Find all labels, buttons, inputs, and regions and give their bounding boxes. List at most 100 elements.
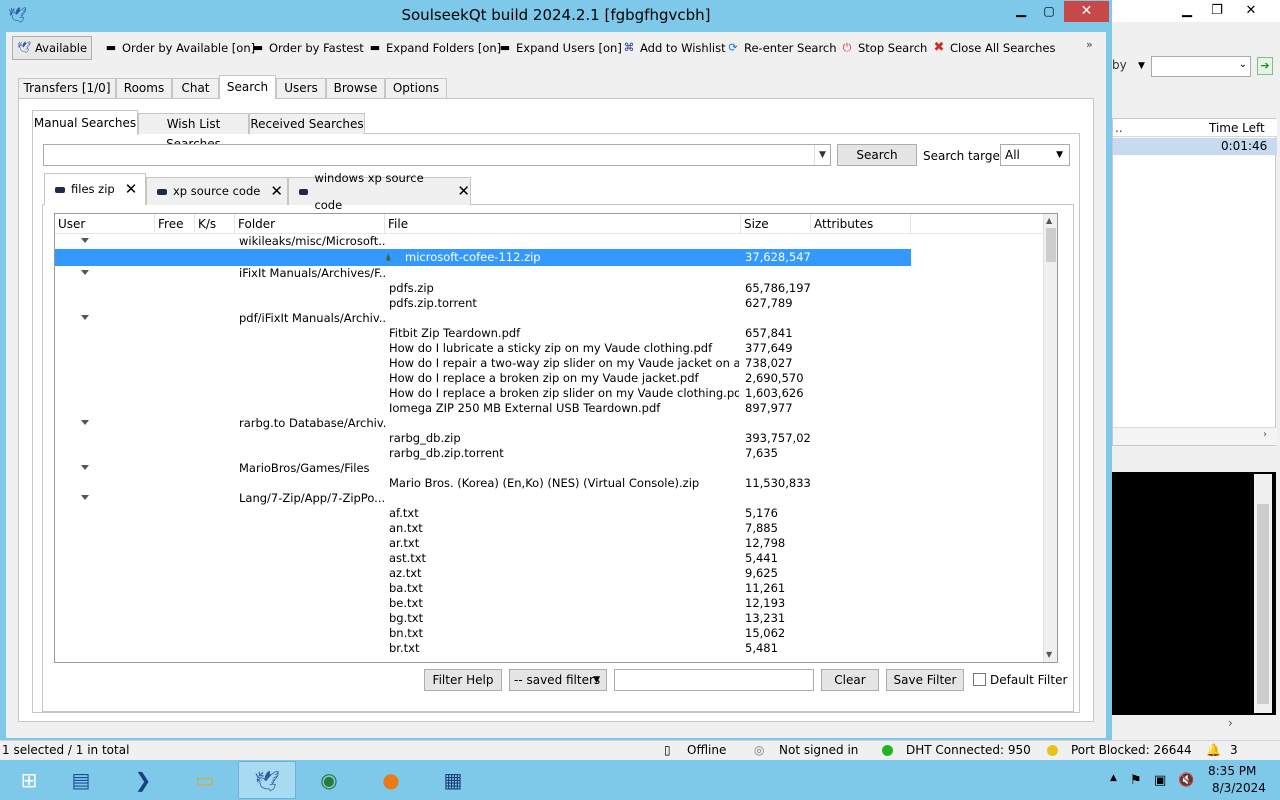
- search-tab-xp-source-code[interactable]: xp source code ✕: [146, 177, 288, 205]
- bg-combo[interactable]: ⌄: [1151, 56, 1251, 77]
- search-tab-files-zip[interactable]: files zip ✕: [44, 173, 146, 205]
- bg-vertical-scrollbar[interactable]: [1254, 474, 1272, 713]
- vlc-player-icon[interactable]: ●: [362, 761, 420, 799]
- column-size[interactable]: Size: [741, 214, 811, 234]
- tab-manual-searches[interactable]: Manual Searches: [32, 110, 138, 135]
- network-icon[interactable]: ▣: [1154, 773, 1166, 788]
- folder-row[interactable]: MarioBros/Games/Files: [55, 461, 911, 476]
- bg-close-button[interactable]: ✕: [1236, 0, 1266, 21]
- chevron-right-icon[interactable]: ›: [1263, 429, 1267, 440]
- tab-chat[interactable]: Chat: [172, 78, 219, 98]
- calendar-app-icon[interactable]: ▦: [424, 761, 482, 799]
- chevron-down-icon[interactable]: ▼: [814, 145, 830, 165]
- toolbar-overflow-button[interactable]: »: [1086, 38, 1093, 51]
- available-button[interactable]: 🕊 Available: [12, 36, 92, 60]
- tab-transfers[interactable]: Transfers [1/0]: [18, 78, 116, 98]
- file-row[interactable]: Iomega ZIP 250 MB External USB Teardown.…: [55, 401, 911, 416]
- stop-search-button[interactable]: ⏻ Stop Search: [836, 36, 931, 60]
- close-icon[interactable]: ✕: [125, 176, 138, 203]
- expand-arrow-icon[interactable]: [81, 238, 89, 243]
- clock-date[interactable]: 8/3/2024: [1212, 781, 1266, 795]
- expand-users-button[interactable]: ▬ Expand Users [on]: [494, 36, 626, 60]
- folder-row[interactable]: iFixIt Manuals/Archives/F...: [55, 266, 911, 281]
- title-bar[interactable]: 🕊 SoulseekQt build 2024.2.1 [fgbgfhgvcbh…: [0, 0, 1112, 30]
- file-row[interactable]: ar.txt 12,798: [55, 536, 911, 551]
- close-all-searches-button[interactable]: ✖ Close All Searches: [928, 36, 1059, 60]
- bg-dropdown-arrow-icon[interactable]: ▼: [1138, 61, 1145, 71]
- search-button[interactable]: Search: [837, 144, 917, 166]
- bg-col-truncated[interactable]: ..: [1115, 121, 1123, 135]
- file-row[interactable]: an.txt 7,885: [55, 521, 911, 536]
- scroll-thumb[interactable]: [1046, 228, 1056, 262]
- tab-users[interactable]: Users: [276, 78, 326, 98]
- scroll-up-icon[interactable]: ▲: [1046, 216, 1052, 225]
- server-manager-icon[interactable]: ▤: [52, 761, 110, 799]
- tab-wish-list-searches[interactable]: Wish List Searches: [138, 113, 249, 151]
- file-row[interactable]: Fitbit Zip Teardown.pdf 657,841: [55, 326, 911, 341]
- file-row[interactable]: br.txt 5,481: [55, 641, 911, 656]
- expand-arrow-icon[interactable]: [81, 465, 89, 470]
- column-attributes[interactable]: Attributes: [811, 214, 911, 234]
- close-button[interactable]: ✕: [1064, 1, 1109, 22]
- file-row[interactable]: 🌢 microsoft-cofee-112.zip 37,628,547: [55, 249, 911, 266]
- file-row[interactable]: bn.txt 15,062: [55, 626, 911, 641]
- bg-scroll-thumb[interactable]: [1257, 504, 1269, 704]
- column-free[interactable]: Free: [155, 214, 195, 234]
- column-folder[interactable]: Folder: [235, 214, 385, 234]
- maximize-button[interactable]: ▢: [1036, 2, 1062, 22]
- file-row[interactable]: az.txt 9,625: [55, 566, 911, 581]
- close-icon[interactable]: ✕: [270, 178, 283, 205]
- clock-time[interactable]: 8:35 PM: [1208, 764, 1256, 778]
- folder-row[interactable]: Lang/7-Zip/App/7-ZipPo...: [55, 491, 911, 506]
- file-row[interactable]: How do I repair a two-way zip slider on …: [55, 356, 911, 371]
- folder-row[interactable]: wikileaks/misc/Microsoft...: [55, 234, 911, 249]
- flag-icon[interactable]: ⚑: [1130, 773, 1142, 788]
- results-table[interactable]: User Free K/s Folder File Size Attribute…: [54, 213, 1058, 663]
- file-row[interactable]: How do I lubricate a sticky zip on my Va…: [55, 341, 911, 356]
- expand-arrow-icon[interactable]: [81, 495, 89, 500]
- file-row[interactable]: How do I replace a broken zip slider on …: [55, 386, 911, 401]
- expand-arrow-icon[interactable]: [81, 270, 89, 275]
- add-to-wishlist-button[interactable]: ⌘ Add to Wishlist: [618, 36, 730, 60]
- file-row[interactable]: pdfs.zip.torrent 627,789: [55, 296, 911, 311]
- column-user[interactable]: User: [55, 214, 155, 234]
- go-arrow-icon[interactable]: ➔: [1257, 57, 1273, 75]
- order-by-available-button[interactable]: ▬ Order by Available [on]: [100, 36, 259, 60]
- file-row[interactable]: bg.txt 13,231: [55, 611, 911, 626]
- search-tab-windows-xp-source-code[interactable]: windows xp source code ✕: [288, 171, 471, 212]
- file-row[interactable]: be.txt 12,193: [55, 596, 911, 611]
- filter-input[interactable]: [614, 669, 814, 691]
- file-row[interactable]: rarbg_db.zip.torrent 7,635: [55, 446, 911, 461]
- close-icon[interactable]: ✕: [457, 178, 470, 205]
- tab-received-searches[interactable]: Received Searches: [249, 113, 365, 134]
- reenter-search-button[interactable]: ⟳ Re-enter Search: [722, 36, 841, 60]
- search-target-select[interactable]: All ▼: [1000, 144, 1070, 166]
- scroll-down-icon[interactable]: ▼: [1046, 650, 1052, 659]
- browser-globe-icon[interactable]: ◉: [300, 761, 358, 799]
- folder-row[interactable]: rarbg.to Database/Archiv...: [55, 416, 911, 431]
- minimize-button[interactable]: ▁: [1008, 2, 1034, 22]
- start-windows-icon[interactable]: ⊞: [0, 761, 58, 799]
- volume-muted-icon[interactable]: 🔇: [1178, 773, 1194, 788]
- file-row[interactable]: pdfs.zip 65,786,197...: [55, 281, 911, 296]
- tab-browse[interactable]: Browse: [326, 78, 385, 98]
- search-input[interactable]: ▼: [43, 144, 831, 166]
- filter-help-button[interactable]: Filter Help: [424, 669, 502, 691]
- bg-minimize-button[interactable]: ▁: [1172, 0, 1202, 21]
- save-filter-button[interactable]: Save Filter: [886, 669, 964, 691]
- file-row[interactable]: Mario Bros. (Korea) (En,Ko) (NES) (Virtu…: [55, 476, 911, 491]
- order-by-fastest-button[interactable]: ▬ Order by Fastest: [247, 36, 368, 60]
- column-file[interactable]: File: [385, 214, 741, 234]
- bg-col-time-left[interactable]: Time Left: [1209, 121, 1265, 135]
- expand-arrow-icon[interactable]: [81, 315, 89, 320]
- clear-filter-button[interactable]: Clear: [821, 669, 879, 691]
- results-scrollbar[interactable]: ▲ ▼: [1043, 214, 1057, 662]
- folder-row[interactable]: pdf/iFixIt Manuals/Archiv...: [55, 311, 911, 326]
- bg-transfer-list[interactable]: .. Time Left 0:01:46 ›: [1112, 118, 1277, 446]
- bell-icon[interactable]: 🔔: [1206, 743, 1221, 757]
- file-explorer-icon[interactable]: ▭: [176, 761, 234, 799]
- bg-horizontal-scrollbar[interactable]: ›: [1113, 427, 1277, 445]
- saved-filters-dropdown[interactable]: -- saved filters ▼: [509, 669, 607, 691]
- expand-folders-button[interactable]: ▬ Expand Folders [on]: [364, 36, 505, 60]
- file-row[interactable]: ba.txt 11,261: [55, 581, 911, 596]
